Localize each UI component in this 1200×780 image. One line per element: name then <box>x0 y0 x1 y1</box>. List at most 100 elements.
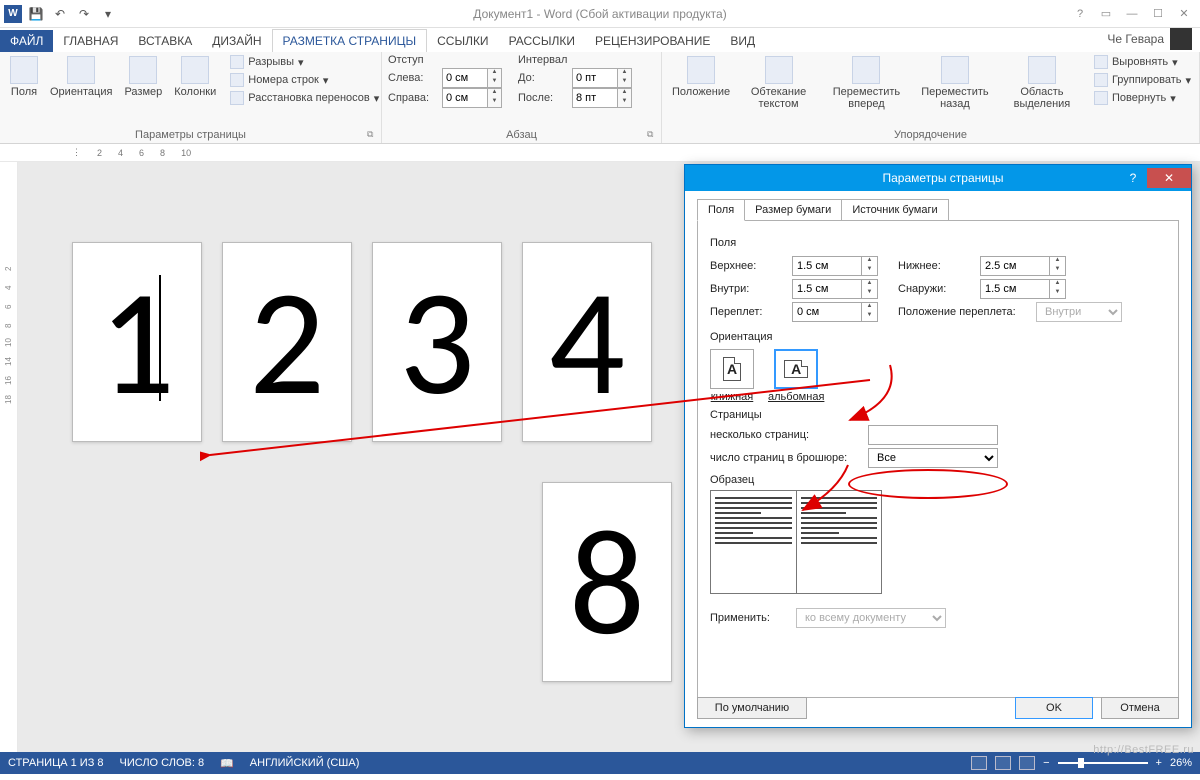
wrap-text-button[interactable]: Обтекание текстом <box>738 54 819 112</box>
tab-insert[interactable]: ВСТАВКА <box>128 30 202 52</box>
send-backward-button[interactable]: Переместить назад <box>914 54 996 112</box>
status-page[interactable]: СТРАНИЦА 1 ИЗ 8 <box>8 757 104 769</box>
dialog-help-icon[interactable]: ? <box>1119 168 1147 188</box>
page-setup-dialog: Параметры страницы ? ✕ Поля Размер бумаг… <box>684 164 1192 728</box>
dialog-launcher-icon[interactable]: ⧉ <box>367 129 379 141</box>
multi-pages-select[interactable]: Брошюра <box>868 425 998 445</box>
gutter-pos-select: Внутри <box>1036 302 1122 322</box>
position-button[interactable]: Положение <box>668 54 734 100</box>
tab-review[interactable]: РЕЦЕНЗИРОВАНИЕ <box>585 30 720 52</box>
tab-page-layout[interactable]: РАЗМЕТКА СТРАНИЦЫ <box>272 29 428 52</box>
zoom-in-icon[interactable]: + <box>1156 757 1162 769</box>
position-icon <box>687 56 715 84</box>
margin-outside-label: Снаружи: <box>898 283 970 295</box>
ok-button[interactable]: OK <box>1015 697 1093 719</box>
spacing-after-spinner[interactable]: ▲▼ <box>572 88 632 108</box>
user-name: Че Гевара <box>1107 32 1164 46</box>
line-numbers-button[interactable]: Номера строк ▾ <box>228 72 381 88</box>
view-web-icon[interactable] <box>1019 756 1035 770</box>
send-backward-icon <box>941 56 969 84</box>
align-button[interactable]: Выровнять ▾ <box>1092 54 1193 70</box>
selection-pane-button[interactable]: Область выделения <box>1000 54 1084 112</box>
group-button[interactable]: Группировать ▾ <box>1092 72 1193 88</box>
margin-bottom-field[interactable]: ▲▼ <box>980 256 1066 276</box>
margin-inside-field[interactable]: ▲▼ <box>792 279 878 299</box>
dialog-launcher-icon[interactable]: ⧉ <box>647 129 659 141</box>
dialog-tab-source[interactable]: Источник бумаги <box>841 199 948 221</box>
tab-view[interactable]: ВИД <box>720 30 765 52</box>
tab-references[interactable]: ССЫЛКИ <box>427 30 498 52</box>
orientation-portrait[interactable]: Aкнижная <box>710 349 754 403</box>
page-thumbnail[interactable]: 2 <box>222 242 352 442</box>
view-read-icon[interactable] <box>971 756 987 770</box>
size-icon <box>129 56 157 84</box>
margins-button[interactable]: Поля <box>6 54 42 100</box>
group-label: Параметры страницы <box>6 129 375 143</box>
maximize-icon[interactable]: ☐ <box>1146 5 1170 23</box>
margin-bottom-label: Нижнее: <box>898 260 970 272</box>
status-language[interactable]: АНГЛИЙСКИЙ (США) <box>250 757 360 769</box>
cancel-button[interactable]: Отмена <box>1101 697 1179 719</box>
margin-top-field[interactable]: ▲▼ <box>792 256 878 276</box>
group-label: Абзац <box>388 129 655 143</box>
orientation-icon <box>67 56 95 84</box>
size-button[interactable]: Размер <box>120 54 166 100</box>
indent-right-spinner[interactable]: ▲▼ <box>442 88 502 108</box>
orientation-button[interactable]: Ориентация <box>46 54 116 100</box>
tab-design[interactable]: ДИЗАЙН <box>202 30 271 52</box>
bring-forward-button[interactable]: Переместить вперед <box>823 54 910 112</box>
spacing-before-spinner[interactable]: ▲▼ <box>572 68 632 88</box>
window-title: Документ1 - Word (Сбой активации продукт… <box>473 7 726 21</box>
redo-icon[interactable]: ↷ <box>74 4 94 24</box>
booklet-sheets-select[interactable]: Все <box>868 448 998 468</box>
vertical-ruler[interactable]: 246810141618 <box>0 162 18 752</box>
default-button[interactable]: По умолчанию <box>697 697 807 719</box>
orientation-landscape[interactable]: Aальбомная <box>768 349 824 403</box>
horizontal-ruler[interactable]: ⋮246810 <box>0 144 1200 162</box>
status-bar: СТРАНИЦА 1 ИЗ 8 ЧИСЛО СЛОВ: 8 📖 АНГЛИЙСК… <box>0 752 1200 774</box>
tab-file[interactable]: ФАЙЛ <box>0 30 53 52</box>
selection-pane-icon <box>1028 56 1056 84</box>
margin-gutter-field[interactable]: ▲▼ <box>792 302 878 322</box>
status-spellcheck-icon[interactable]: 📖 <box>220 757 234 770</box>
margins-section-title: Поля <box>710 237 1166 249</box>
margin-top-label: Верхнее: <box>710 260 782 272</box>
dialog-close-icon[interactable]: ✕ <box>1147 168 1191 188</box>
close-icon[interactable]: ✕ <box>1172 5 1196 23</box>
title-bar: W 💾 ↶ ↷ ▾ Документ1 - Word (Сбой активац… <box>0 0 1200 28</box>
page-thumbnail[interactable]: 4 <box>522 242 652 442</box>
indent-title: Отступ <box>388 54 502 66</box>
dialog-tab-pane: Поля Верхнее:▲▼ Внутри:▲▼ Переплет:▲▼ Ни… <box>697 220 1179 698</box>
dialog-tab-paper[interactable]: Размер бумаги <box>744 199 842 221</box>
line-numbers-icon <box>230 73 244 87</box>
margin-outside-field[interactable]: ▲▼ <box>980 279 1066 299</box>
page-thumbnail[interactable]: 3 <box>372 242 502 442</box>
columns-button[interactable]: Колонки <box>170 54 220 100</box>
dialog-title: Параметры страницы <box>883 171 1004 185</box>
user-account[interactable]: Че Гевара <box>1099 26 1200 52</box>
qat-customize-icon[interactable]: ▾ <box>98 4 118 24</box>
save-icon[interactable]: 💾 <box>26 4 46 24</box>
indent-left-spinner[interactable]: ▲▼ <box>442 68 502 88</box>
group-icon <box>1094 73 1108 87</box>
dialog-title-bar[interactable]: Параметры страницы ? ✕ <box>685 165 1191 191</box>
view-print-icon[interactable] <box>995 756 1011 770</box>
status-word-count[interactable]: ЧИСЛО СЛОВ: 8 <box>120 757 205 769</box>
breaks-button[interactable]: Разрывы ▾ <box>228 54 381 70</box>
page-thumbnail[interactable]: 1 <box>72 242 202 442</box>
tab-home[interactable]: ГЛАВНАЯ <box>53 30 128 52</box>
zoom-level[interactable]: 26% <box>1170 757 1192 769</box>
zoom-slider[interactable] <box>1058 762 1148 764</box>
page-thumbnail[interactable]: 8 <box>542 482 672 682</box>
orientation-section-title: Ориентация <box>710 331 1166 343</box>
spacing-before-label: До: <box>518 72 568 84</box>
minimize-icon[interactable]: — <box>1120 5 1144 23</box>
undo-icon[interactable]: ↶ <box>50 4 70 24</box>
rotate-button[interactable]: Повернуть ▾ <box>1092 90 1193 106</box>
hyphenation-button[interactable]: Расстановка переносов ▾ <box>228 90 381 106</box>
zoom-out-icon[interactable]: − <box>1043 757 1049 769</box>
tab-mailings[interactable]: РАССЫЛКИ <box>499 30 585 52</box>
dialog-tab-margins[interactable]: Поля <box>697 199 745 221</box>
ribbon-collapse-icon[interactable]: ▭ <box>1094 5 1118 23</box>
help-icon[interactable]: ? <box>1068 5 1092 23</box>
